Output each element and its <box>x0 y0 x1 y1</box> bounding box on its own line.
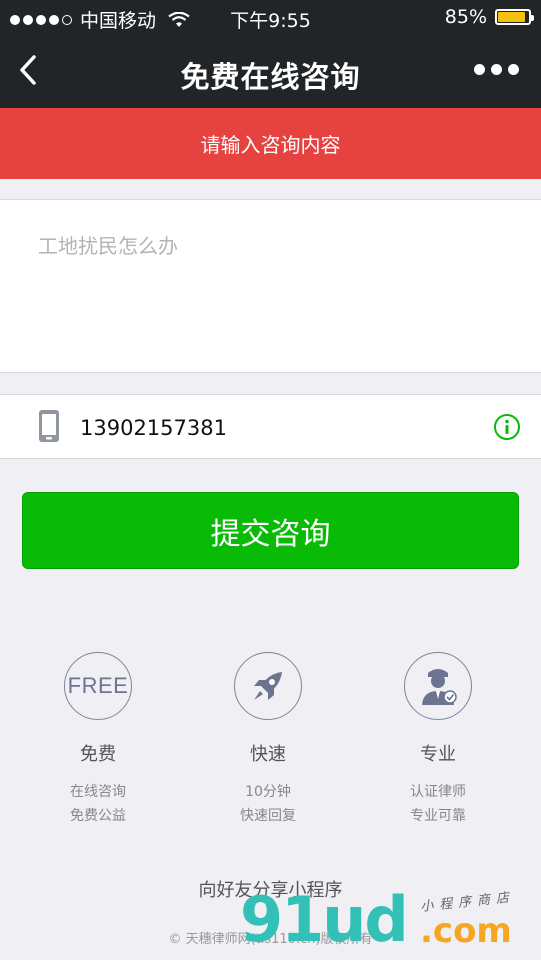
status-right: 85% <box>444 6 534 28</box>
feature-desc-line1: 10分钟 <box>245 784 291 800</box>
features-section: FREE 免费 在线咨询 免费公益 快速 10分钟 快速回复 专业 认证律师 专… <box>0 652 541 832</box>
share-link[interactable]: 向好友分享小程序 <box>0 876 541 902</box>
mobile-phone-icon <box>39 410 59 442</box>
feature-desc-line1: 认证律师 <box>410 784 466 800</box>
feature-free: FREE 免费 在线咨询 免费公益 <box>18 652 178 828</box>
lawyer-icon <box>404 652 472 720</box>
phone-row <box>0 394 541 459</box>
submit-consult-label: 提交咨询 <box>210 516 331 552</box>
feature-title: 免费 <box>80 744 116 765</box>
feature-desc-line2: 专业可靠 <box>410 808 466 824</box>
consult-textarea[interactable] <box>36 228 510 352</box>
nav-bar: 免费在线咨询 <box>0 34 541 108</box>
free-badge-text: FREE <box>67 673 129 698</box>
feature-desc-line2: 免费公益 <box>70 808 126 824</box>
feature-desc: 在线咨询 免费公益 <box>18 780 178 828</box>
battery-fill <box>498 12 526 22</box>
feature-pro: 专业 认证律师 专业可靠 <box>358 652 518 828</box>
page-title: 免费在线咨询 <box>180 60 361 94</box>
feature-desc: 10分钟 快速回复 <box>188 780 348 828</box>
feature-title: 专业 <box>420 744 456 765</box>
battery-icon <box>495 9 534 25</box>
error-banner: 请输入咨询内容 <box>0 108 541 179</box>
free-badge-icon: FREE <box>64 652 132 720</box>
status-bar: 中国移动 下午9:55 85% <box>0 0 541 34</box>
battery-percent: 85% <box>444 6 487 28</box>
lawyer-glyph <box>422 669 457 705</box>
feature-desc: 认证律师 专业可靠 <box>358 780 518 828</box>
feature-title: 快速 <box>250 744 286 765</box>
copyright-text: © 天穗律师网(tls110.cn)版权所有 <box>168 932 373 947</box>
feature-fast: 快速 10分钟 快速回复 <box>188 652 348 828</box>
info-icon[interactable] <box>493 413 521 441</box>
feature-desc-line1: 在线咨询 <box>70 784 126 800</box>
phone-input[interactable] <box>78 412 462 444</box>
feature-desc-line2: 快速回复 <box>240 808 296 824</box>
error-banner-text: 请输入咨询内容 <box>200 133 341 157</box>
submit-consult-button[interactable]: 提交咨询 <box>22 492 519 569</box>
rocket-glyph <box>254 672 282 700</box>
more-dots-icon[interactable] <box>474 64 519 75</box>
rocket-icon <box>234 652 302 720</box>
consult-box <box>0 199 541 373</box>
